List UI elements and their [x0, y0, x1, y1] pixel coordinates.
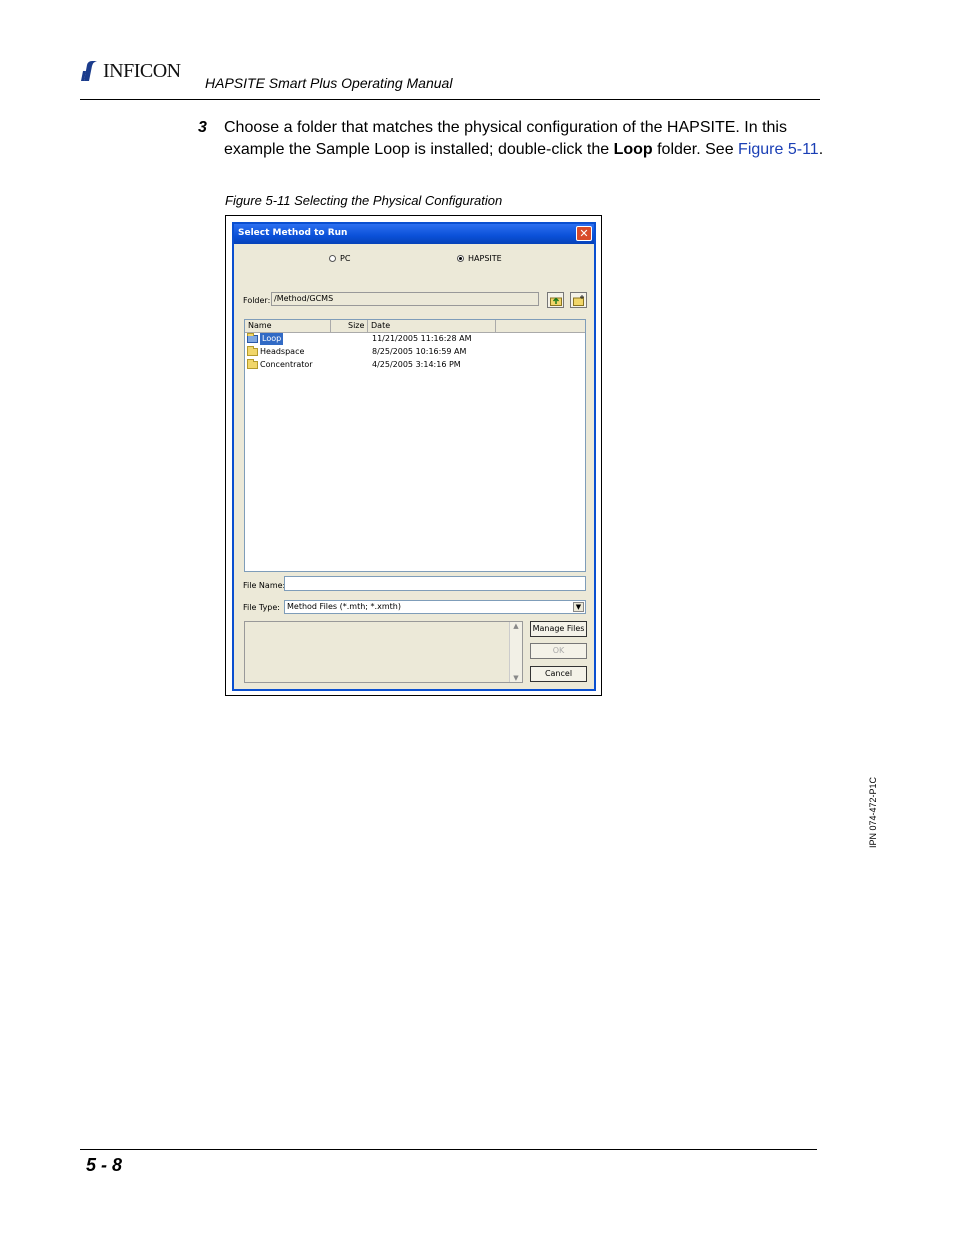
description-box: ▲ ▼: [244, 621, 523, 683]
list-item[interactable]: Loop 11/21/2005 11:16:28 AM: [245, 333, 585, 345]
ok-button[interactable]: OK: [530, 643, 587, 659]
page-number: 5 - 8: [86, 1155, 123, 1175]
folder-field[interactable]: /Method/GCMS: [271, 292, 539, 306]
logo-text: INFICON: [103, 59, 181, 82]
scroll-up-icon[interactable]: ▲: [510, 622, 522, 630]
loop-bold: Loop: [613, 141, 653, 158]
column-name[interactable]: Name: [245, 320, 331, 332]
footer-rule: [80, 1149, 817, 1150]
list-item[interactable]: Headspace 8/25/2005 10:16:59 AM: [245, 346, 585, 358]
radio-hapsite-label: HAPSITE: [468, 254, 502, 263]
step-text: Choose a folder that matches the physica…: [224, 117, 824, 161]
up-folder-icon: [549, 296, 562, 306]
figure-caption: Figure 5-11 Selecting the Physical Confi…: [225, 193, 503, 208]
step-text-part: .: [818, 141, 824, 158]
folder-icon: [247, 346, 258, 356]
cancel-button[interactable]: Cancel: [530, 666, 587, 682]
inficon-logo: INFICON: [80, 58, 181, 84]
radio-hapsite-icon: [457, 255, 464, 262]
list-item-label: Headspace: [260, 347, 305, 356]
folder-label: Folder:: [243, 296, 271, 305]
header-rule: [80, 99, 820, 100]
description-scrollbar[interactable]: ▲ ▼: [509, 622, 522, 682]
list-item-date: 11/21/2005 11:16:28 AM: [372, 334, 472, 343]
dialog-title: Select Method to Run: [238, 228, 348, 238]
folder-icon: [247, 333, 258, 343]
file-list[interactable]: Name Size Date Loop 11/21/2005 11:16:28 …: [244, 319, 586, 572]
list-item[interactable]: Concentrator 4/25/2005 3:14:16 PM: [245, 359, 585, 371]
list-header: Name Size Date: [245, 320, 585, 333]
dialog-titlebar: Select Method to Run ✕: [234, 224, 594, 244]
file-name-input[interactable]: [284, 576, 586, 591]
column-date[interactable]: Date: [368, 320, 496, 332]
manual-title: HAPSITE Smart Plus Operating Manual: [205, 75, 453, 91]
list-item-label: Concentrator: [260, 360, 313, 369]
file-type-value: Method Files (*.mth; *.xmth): [287, 602, 401, 611]
list-item-name: Concentrator: [247, 359, 313, 371]
manage-files-button[interactable]: Manage Files: [530, 621, 587, 637]
radio-pc-label: PC: [340, 254, 351, 263]
folder-icon: [247, 359, 258, 369]
radio-pc[interactable]: PC: [329, 254, 350, 263]
new-folder-button[interactable]: [570, 292, 587, 308]
file-type-select[interactable]: Method Files (*.mth; *.xmth) ▼: [284, 600, 586, 614]
column-size-label: Size: [348, 321, 365, 330]
list-item-name: Headspace: [247, 346, 304, 358]
list-item-date: 8/25/2005 10:16:59 AM: [372, 347, 467, 356]
list-item-date: 4/25/2005 3:14:16 PM: [372, 360, 461, 369]
radio-hapsite[interactable]: HAPSITE: [457, 254, 502, 263]
ipn-label: IPN 074-472-P1C: [868, 777, 939, 858]
file-type-label: File Type:: [243, 603, 280, 612]
column-extra: [496, 320, 585, 332]
radio-pc-icon: [329, 255, 336, 262]
scroll-down-icon[interactable]: ▼: [510, 674, 522, 682]
select-method-dialog: Select Method to Run ✕ PC HAPSITE Folder…: [232, 222, 596, 691]
inficon-logo-icon: [81, 61, 97, 81]
file-name-label: File Name:: [243, 581, 286, 590]
new-folder-icon: [572, 294, 584, 306]
chevron-down-icon[interactable]: ▼: [573, 602, 584, 612]
step-number: 3: [198, 119, 207, 136]
list-item-label: Loop: [260, 333, 284, 345]
column-size[interactable]: Size: [331, 320, 368, 332]
close-button[interactable]: ✕: [576, 226, 592, 241]
ipn-text: IPN 074-472-P1C: [868, 776, 878, 848]
list-item-name: Loop: [247, 333, 284, 345]
up-folder-button[interactable]: [547, 292, 564, 308]
figure-link[interactable]: Figure 5-11: [738, 141, 819, 158]
step-text-part: folder. See: [652, 141, 739, 158]
